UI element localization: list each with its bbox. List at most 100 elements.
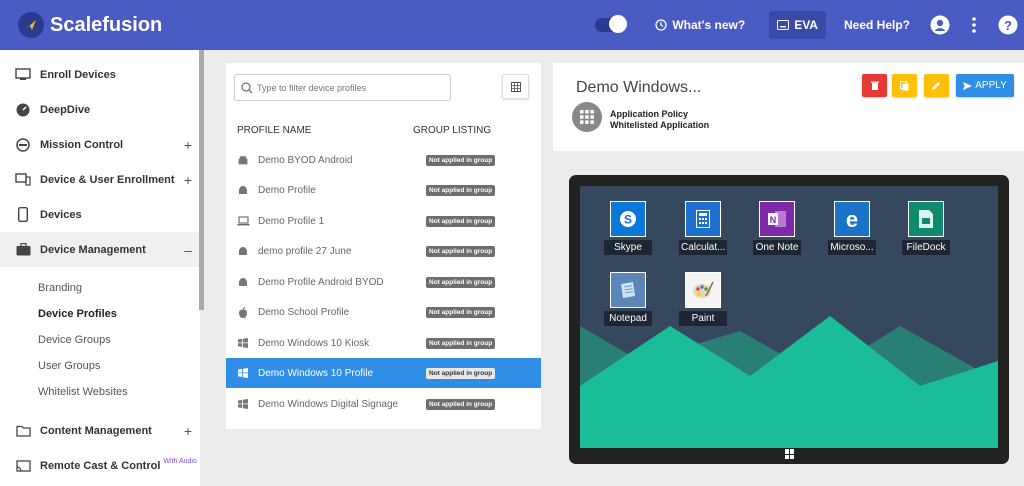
app-tile-skype[interactable]: S Skype (604, 201, 652, 255)
search-input[interactable] (257, 82, 447, 93)
more-options-icon[interactable] (972, 17, 976, 33)
delete-button[interactable] (862, 74, 887, 97)
group-status-badge: Not applied in group (426, 398, 496, 410)
mission-icon (14, 137, 32, 152)
profile-row[interactable]: Demo BYOD Android Not applied in group (226, 145, 541, 175)
group-status-badge: Not applied in group (426, 367, 496, 379)
svg-text:N: N (770, 215, 777, 225)
sidebar-item-device-management[interactable]: Device Management – (0, 232, 200, 267)
filedock-icon (908, 201, 944, 237)
profile-name: Demo Profile 1 (258, 215, 325, 227)
app-tile-edge[interactable]: e Microso... (828, 201, 876, 255)
profile-row[interactable]: demo profile 27 June Not applied in grou… (226, 236, 541, 266)
profile-row[interactable]: Demo Windows 10 Kiosk Not applied in gro… (226, 328, 541, 358)
policy-type-label: Application Policy (610, 109, 689, 119)
group-status-badge: Not applied in group (426, 337, 496, 349)
sidebar-item-content-management[interactable]: Content Management + (0, 413, 200, 448)
group-status-badge: Not applied in group (426, 306, 496, 318)
apply-label: APPLY (975, 80, 1007, 91)
paint-icon (685, 272, 721, 308)
profile-title: Demo Windows... (576, 79, 702, 96)
user-account-icon[interactable] (930, 15, 950, 35)
profile-name: Demo BYOD Android (258, 154, 353, 166)
theme-toggle[interactable] (595, 15, 628, 33)
sidebar-item-label: DeepDive (40, 103, 91, 116)
profile-row[interactable]: Demo Profile Android BYOD Not applied in… (226, 267, 541, 297)
apply-button[interactable]: APPLY (956, 74, 1014, 97)
eva-button[interactable]: EVA (769, 11, 826, 39)
profile-name: demo profile 27 June (258, 245, 352, 257)
app-tile-onenote[interactable]: N One Note (753, 201, 801, 255)
onenote-icon: N (759, 201, 795, 237)
profile-row[interactable]: Demo Windows Digital Signage Not applied… (226, 389, 541, 419)
profile-row[interactable]: Demo Profile 1 Not applied in group (226, 206, 541, 236)
gauge-icon (14, 103, 32, 117)
apple-icon (236, 306, 250, 318)
sidebar-subitem-device-groups[interactable]: Device Groups (0, 327, 200, 353)
need-help-label: Need Help? (843, 18, 910, 32)
profile-name: Demo Windows 10 Kiosk (258, 337, 370, 349)
windows-icon (236, 399, 250, 409)
app-tile-filedock[interactable]: FileDock (902, 201, 950, 255)
edit-button[interactable] (924, 74, 949, 97)
sidebar-item-mission-control[interactable]: Mission Control + (0, 127, 200, 162)
windows-home-icon[interactable] (785, 449, 795, 459)
app-tile-calculator[interactable]: Calculat... (679, 201, 727, 255)
keyboard-icon (777, 20, 790, 30)
profile-row[interactable]: Demo School Profile Not applied in group (226, 297, 541, 327)
whats-new-label: What's new? (672, 18, 746, 32)
pencil-icon (932, 82, 940, 90)
copy-icon (900, 80, 909, 90)
notepad-icon (610, 272, 646, 308)
profile-name: Demo Windows Digital Signage (258, 398, 399, 410)
app-tile-notepad[interactable]: Notepad (604, 272, 652, 326)
briefcase-icon (14, 243, 32, 257)
copy-button[interactable] (892, 74, 917, 97)
folder-icon (14, 424, 32, 438)
sidebar-subitem-branding[interactable]: Branding (0, 275, 200, 301)
sidebar-item-label: Device & User Enrollment (40, 173, 175, 186)
expand-icon[interactable]: + (184, 423, 192, 439)
skype-icon: S (610, 201, 646, 237)
need-help-link[interactable]: Need Help? (844, 18, 910, 32)
enroll-icon (14, 68, 32, 82)
sidebar-subitem-whitelist-websites[interactable]: Whitelist Websites (0, 379, 200, 405)
windows-icon (236, 368, 250, 378)
sidebar-item-remote-cast[interactable]: Remote Cast & Control With Audio (0, 448, 200, 483)
sidebar: Enroll Devices DeepDive Mission Control … (0, 50, 200, 486)
app-tile-paint[interactable]: Paint (679, 272, 727, 326)
profile-list-panel: PROFILE NAME GROUP LISTING Demo BYOD And… (226, 63, 541, 429)
search-box[interactable] (234, 74, 451, 101)
grid-icon (510, 81, 521, 92)
android-icon (236, 185, 250, 196)
sidebar-subitem-device-profiles[interactable]: Device Profiles (0, 301, 200, 327)
sidebar-item-deepdive[interactable]: DeepDive (0, 92, 200, 127)
sidebar-scrollbar[interactable] (199, 50, 204, 310)
sidebar-item-device-user-enrollment[interactable]: Device & User Enrollment + (0, 162, 200, 197)
sidebar-item-devices[interactable]: Devices (0, 197, 200, 232)
calculator-icon (685, 201, 721, 237)
column-header-profile-name[interactable]: PROFILE NAME (237, 125, 311, 136)
collapse-icon[interactable]: – (184, 242, 192, 258)
search-icon (241, 81, 253, 93)
app-logo[interactable]: Scalefusion (18, 12, 162, 38)
app-label: One Note (753, 240, 801, 255)
profile-name: Demo Profile Android BYOD (258, 276, 384, 288)
expand-icon[interactable]: + (184, 137, 192, 153)
help-icon[interactable]: ? (998, 15, 1018, 35)
group-status-badge: Not applied in group (426, 184, 496, 196)
sidebar-item-label: Enroll Devices (40, 68, 116, 81)
sidebar-item-label: Mission Control (40, 138, 124, 151)
profile-row[interactable]: Demo Profile Not applied in group (226, 175, 541, 205)
top-bar: Scalefusion What's new? EVA Need Help? ? (0, 0, 1024, 50)
profile-row-selected[interactable]: Demo Windows 10 Profile Not applied in g… (226, 358, 541, 388)
grid-view-button[interactable] (502, 74, 529, 99)
android-icon (236, 155, 250, 166)
whats-new-link[interactable]: What's new? (655, 18, 745, 32)
sidebar-item-enroll-devices[interactable]: Enroll Devices (0, 57, 200, 92)
device-preview: S Skype Calculat... N One Note e Microso… (569, 175, 1009, 464)
sidebar-subitem-user-groups[interactable]: User Groups (0, 353, 200, 379)
expand-icon[interactable]: + (184, 172, 192, 188)
phone-icon (14, 207, 32, 222)
column-header-group-listing[interactable]: GROUP LISTING (413, 125, 491, 136)
